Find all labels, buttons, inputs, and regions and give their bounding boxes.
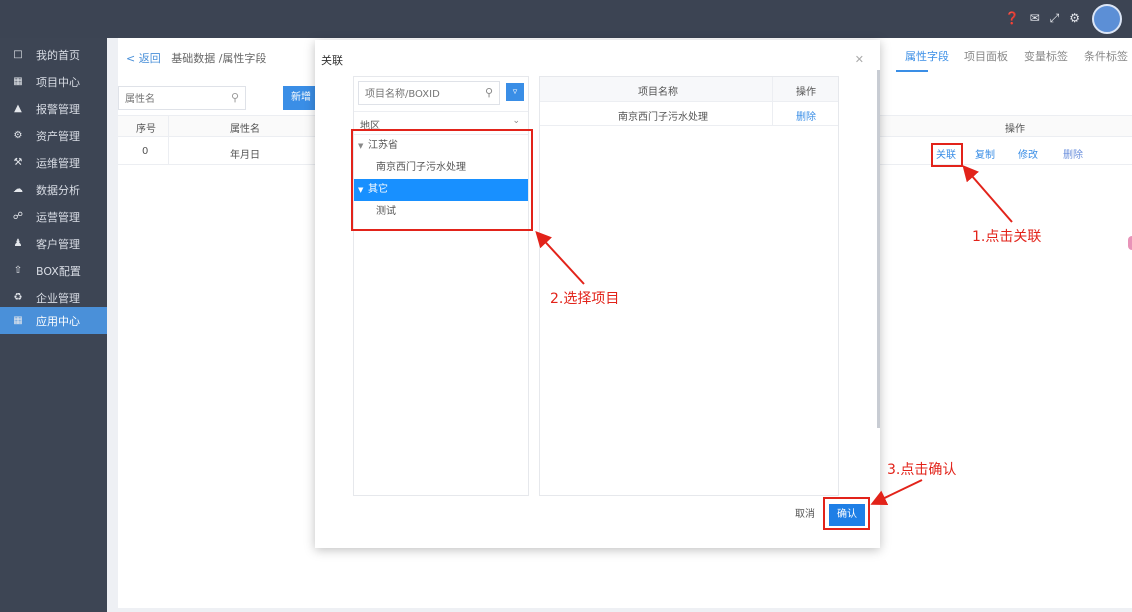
sidebar-item-label: 数据分析 xyxy=(36,183,80,197)
breadcrumb: < 返回 基础数据 /属性字段 xyxy=(126,50,266,66)
scrollbar[interactable] xyxy=(877,70,880,428)
column-divider xyxy=(772,77,773,125)
sidebar-item-alarms[interactable]: ▲ 报警管理 xyxy=(0,95,107,122)
column-header-project-name: 项目名称 xyxy=(638,87,678,98)
upload-icon: ⇧ xyxy=(13,265,23,276)
search-icon[interactable]: ⚲ xyxy=(485,86,493,99)
org-icon: ♻ xyxy=(13,292,23,303)
selected-projects-panel: 项目名称 操作 南京西门子污水处理 删除 xyxy=(539,76,839,496)
fullscreen-icon[interactable]: ⤢ xyxy=(1050,11,1060,26)
cloud-icon: ☁ xyxy=(13,184,23,195)
sidebar-item-label: 我的首页 xyxy=(36,48,80,62)
breadcrumb-path: 基础数据 /属性字段 xyxy=(171,52,267,65)
sidebar-item-label: 资产管理 xyxy=(36,129,80,143)
sidebar-item-box-config[interactable]: ⇧ BOX配置 xyxy=(0,257,107,284)
attribute-search-input[interactable] xyxy=(123,88,217,110)
delete-link[interactable]: 删除 xyxy=(1063,146,1083,161)
link-icon: ☍ xyxy=(12,211,24,222)
column-header-ops: 操作 xyxy=(1005,124,1025,135)
tab-project-panel[interactable]: 项目面板 xyxy=(964,48,1008,64)
gear-icon: ⚙ xyxy=(13,130,23,141)
help-icon[interactable]: ❓ xyxy=(1005,11,1020,26)
attribute-search-box: ⚲ xyxy=(118,86,246,110)
tab-attribute-fields[interactable]: 属性字段 xyxy=(905,48,949,64)
modal-title: 关联 xyxy=(321,54,343,67)
highlight-associate xyxy=(931,143,963,167)
tab-condition-tags[interactable]: 条件标签 xyxy=(1084,48,1128,64)
project-name-cell: 南京西门子污水处理 xyxy=(618,112,708,123)
top-bar: ❓ ✉ ⤢ ⚙ xyxy=(0,0,1132,38)
sidebar-item-apps[interactable]: ▦ 应用中心 xyxy=(0,307,107,334)
sidebar-item-label: 应用中心 xyxy=(36,314,80,328)
sidebar-item-home[interactable]: □ 我的首页 xyxy=(0,41,107,68)
column-header-name: 属性名 xyxy=(230,124,260,135)
cancel-button[interactable]: 取消 xyxy=(787,504,823,526)
copy-link[interactable]: 复制 xyxy=(975,146,995,161)
column-header-ops: 操作 xyxy=(796,87,816,98)
sidebar-item-label: 报警管理 xyxy=(36,102,80,116)
topbar-icons: ❓ ✉ ⤢ ⚙ xyxy=(1005,11,1080,26)
settings-icon[interactable]: ⚙ xyxy=(1069,11,1080,26)
highlight-project-tree xyxy=(351,129,533,231)
mail-icon[interactable]: ✉ xyxy=(1030,11,1040,26)
remove-link[interactable]: 删除 xyxy=(796,108,816,123)
step2-annotation: 2.选择项目 xyxy=(550,291,620,307)
sidebar-item-label: 企业管理 xyxy=(36,291,80,305)
active-tab-underline xyxy=(896,70,928,72)
close-icon[interactable]: ✕ xyxy=(855,53,864,66)
sidebar: □ 我的首页 ▦ 项目中心 ▲ 报警管理 ⚙ 资产管理 ⚒ 运维管理 ☁ 数据分析 ☍ 运营管… xyxy=(0,38,107,612)
filter-icon[interactable]: ▿ xyxy=(506,83,524,101)
project-search-input[interactable] xyxy=(363,83,477,105)
tab-variable-tags[interactable]: 变量标签 xyxy=(1024,48,1068,64)
sidebar-item-customers[interactable]: ♟ 客户管理 xyxy=(0,230,107,257)
project-search-box: ⚲ xyxy=(358,81,500,105)
edit-link[interactable]: 修改 xyxy=(1018,146,1038,161)
users-icon: ♟ xyxy=(13,238,23,249)
sidebar-item-label: 运营管理 xyxy=(36,210,80,224)
column-header-index: 序号 xyxy=(136,124,156,135)
row-index: 0 xyxy=(142,146,149,157)
wrench-icon: ⚒ xyxy=(13,157,23,168)
selected-table-header: 项目名称 操作 xyxy=(540,77,838,102)
step1-annotation: 1.点击关联 xyxy=(972,229,1042,245)
row-name: 年月日 xyxy=(230,150,260,161)
sidebar-item-projects[interactable]: ▦ 项目中心 xyxy=(0,68,107,95)
apps-icon: ▦ xyxy=(13,315,23,326)
bell-icon: ▲ xyxy=(14,103,22,114)
avatar[interactable] xyxy=(1092,4,1122,34)
highlight-confirm xyxy=(823,497,870,530)
sidebar-item-label: 客户管理 xyxy=(36,237,80,251)
chevron-down-icon: ⌄ xyxy=(512,116,520,126)
sidebar-item-label: 项目中心 xyxy=(36,75,80,89)
sidebar-item-operation[interactable]: ☍ 运营管理 xyxy=(0,203,107,230)
new-button[interactable]: 新增 xyxy=(283,86,319,110)
floating-handle[interactable] xyxy=(1128,236,1132,250)
table-row: 南京西门子污水处理 删除 xyxy=(540,101,838,126)
sidebar-item-label: BOX配置 xyxy=(36,264,81,278)
sidebar-item-ops[interactable]: ⚒ 运维管理 xyxy=(0,149,107,176)
step3-annotation: 3.点击确认 xyxy=(887,462,957,478)
back-link[interactable]: < 返回 xyxy=(126,52,161,65)
grid-icon: ▦ xyxy=(13,76,23,87)
sidebar-item-label: 运维管理 xyxy=(36,156,80,170)
monitor-icon: □ xyxy=(13,49,23,60)
search-icon[interactable]: ⚲ xyxy=(231,91,239,104)
sidebar-item-assets[interactable]: ⚙ 资产管理 xyxy=(0,122,107,149)
sidebar-item-analysis[interactable]: ☁ 数据分析 xyxy=(0,176,107,203)
